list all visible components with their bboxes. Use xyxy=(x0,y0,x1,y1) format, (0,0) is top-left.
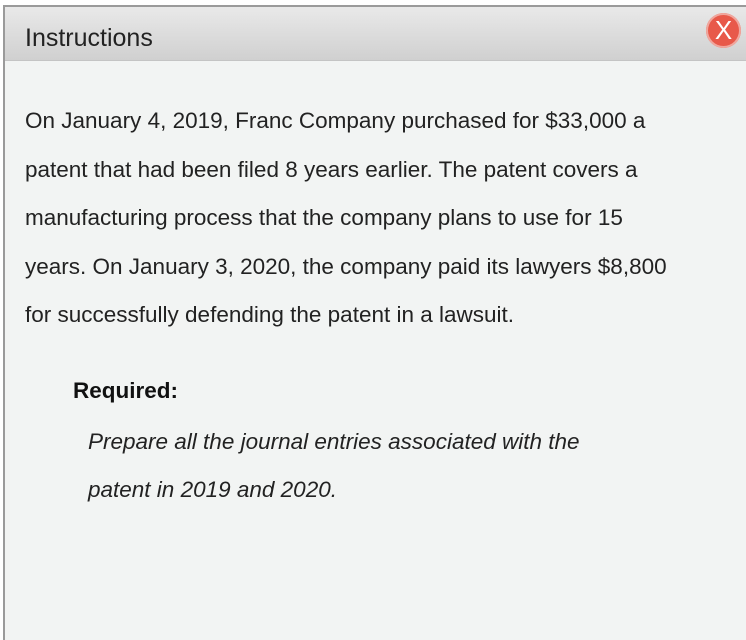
paragraph-line: manufacturing process that the company p… xyxy=(25,205,623,230)
instructions-dialog: Instructions X On January 4, 2019, Franc… xyxy=(3,5,746,640)
dialog-titlebar[interactable]: Instructions X xyxy=(5,7,746,61)
required-text: Prepare all the journal entries associat… xyxy=(88,418,725,515)
required-section: Required: Prepare all the journal entrie… xyxy=(25,376,725,515)
required-label: Required: xyxy=(73,377,179,403)
paragraph-line: for successfully defending the patent in… xyxy=(25,302,515,327)
close-icon: X xyxy=(714,15,733,45)
paragraph-line: patent that had been filed 8 years earli… xyxy=(25,156,638,182)
dialog-title: Instructions xyxy=(25,24,153,52)
required-line: patent in 2019 and 2020. xyxy=(88,477,337,502)
paragraph-line: On January 4, 2019, Franc Company purcha… xyxy=(25,108,646,133)
paragraph-line: years. On January 3, 2020, the company p… xyxy=(25,253,667,279)
close-button[interactable]: X xyxy=(706,13,741,48)
problem-paragraph: On January 4, 2019, Franc Company purcha… xyxy=(25,97,725,340)
required-line: Prepare all the journal entries associat… xyxy=(88,428,580,454)
instructions-content: On January 4, 2019, Franc Company purcha… xyxy=(25,97,725,515)
